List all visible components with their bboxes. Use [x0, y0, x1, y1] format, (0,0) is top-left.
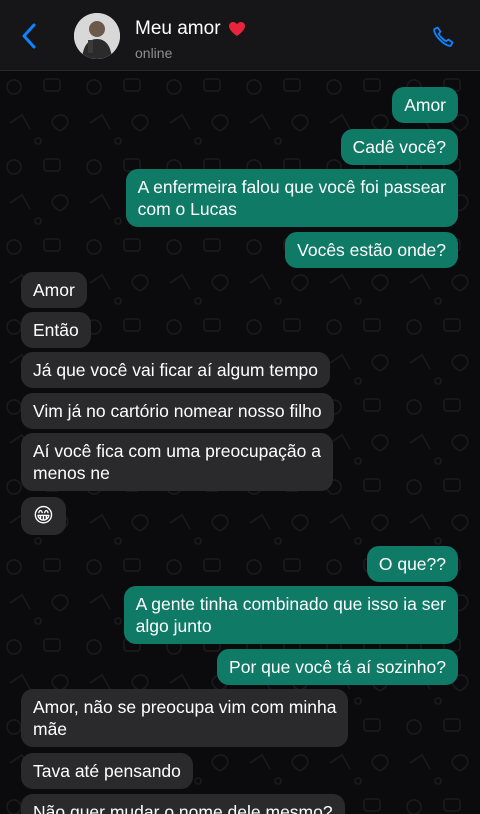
contact-title[interactable]: Meu amor [135, 18, 246, 40]
message-outgoing[interactable]: A enfermeira falou que você foi passear … [125, 169, 458, 227]
back-button[interactable] [14, 20, 44, 52]
message-outgoing[interactable]: O que?? [366, 546, 458, 582]
avatar[interactable] [74, 13, 120, 59]
phone-icon [433, 26, 454, 47]
heart-icon [228, 22, 245, 36]
message-outgoing[interactable]: Por que você tá aí sozinho? [217, 649, 458, 685]
message-incoming[interactable]: Já que você vai ficar aí algum tempo [21, 352, 331, 388]
chat-background: Amor Cadê você? A enfermeira falou que v… [0, 71, 480, 814]
message-incoming[interactable]: Tava até pensando [21, 753, 193, 789]
message-incoming[interactable]: Não quer mudar o nome dele mesmo? [21, 794, 345, 814]
message-incoming-emoji[interactable]: 😁 [21, 497, 66, 535]
message-outgoing[interactable]: Amor [392, 87, 458, 123]
message-outgoing[interactable]: A gente tinha combinado que isso ia ser … [123, 586, 458, 644]
message-incoming[interactable]: Amor [21, 272, 87, 308]
message-outgoing[interactable]: Vocês estão onde? [285, 232, 458, 268]
message-incoming[interactable]: Aí você fica com uma preocupação a menos… [21, 433, 333, 491]
chat-header: Meu amor online [0, 0, 480, 71]
call-button[interactable] [428, 22, 458, 52]
message-incoming[interactable]: Então [21, 312, 91, 348]
message-outgoing[interactable]: Cadê você? [340, 129, 458, 165]
message-incoming[interactable]: Vim já no cartório nomear nosso filho [21, 393, 334, 429]
message-incoming[interactable]: Amor, não se preocupa vim com minha mãe [21, 689, 349, 747]
message-list: Amor Cadê você? A enfermeira falou que v… [0, 71, 480, 814]
contact-status: online [135, 45, 173, 61]
chevron-left-icon [22, 23, 36, 49]
contact-name: Meu amor [135, 18, 221, 39]
